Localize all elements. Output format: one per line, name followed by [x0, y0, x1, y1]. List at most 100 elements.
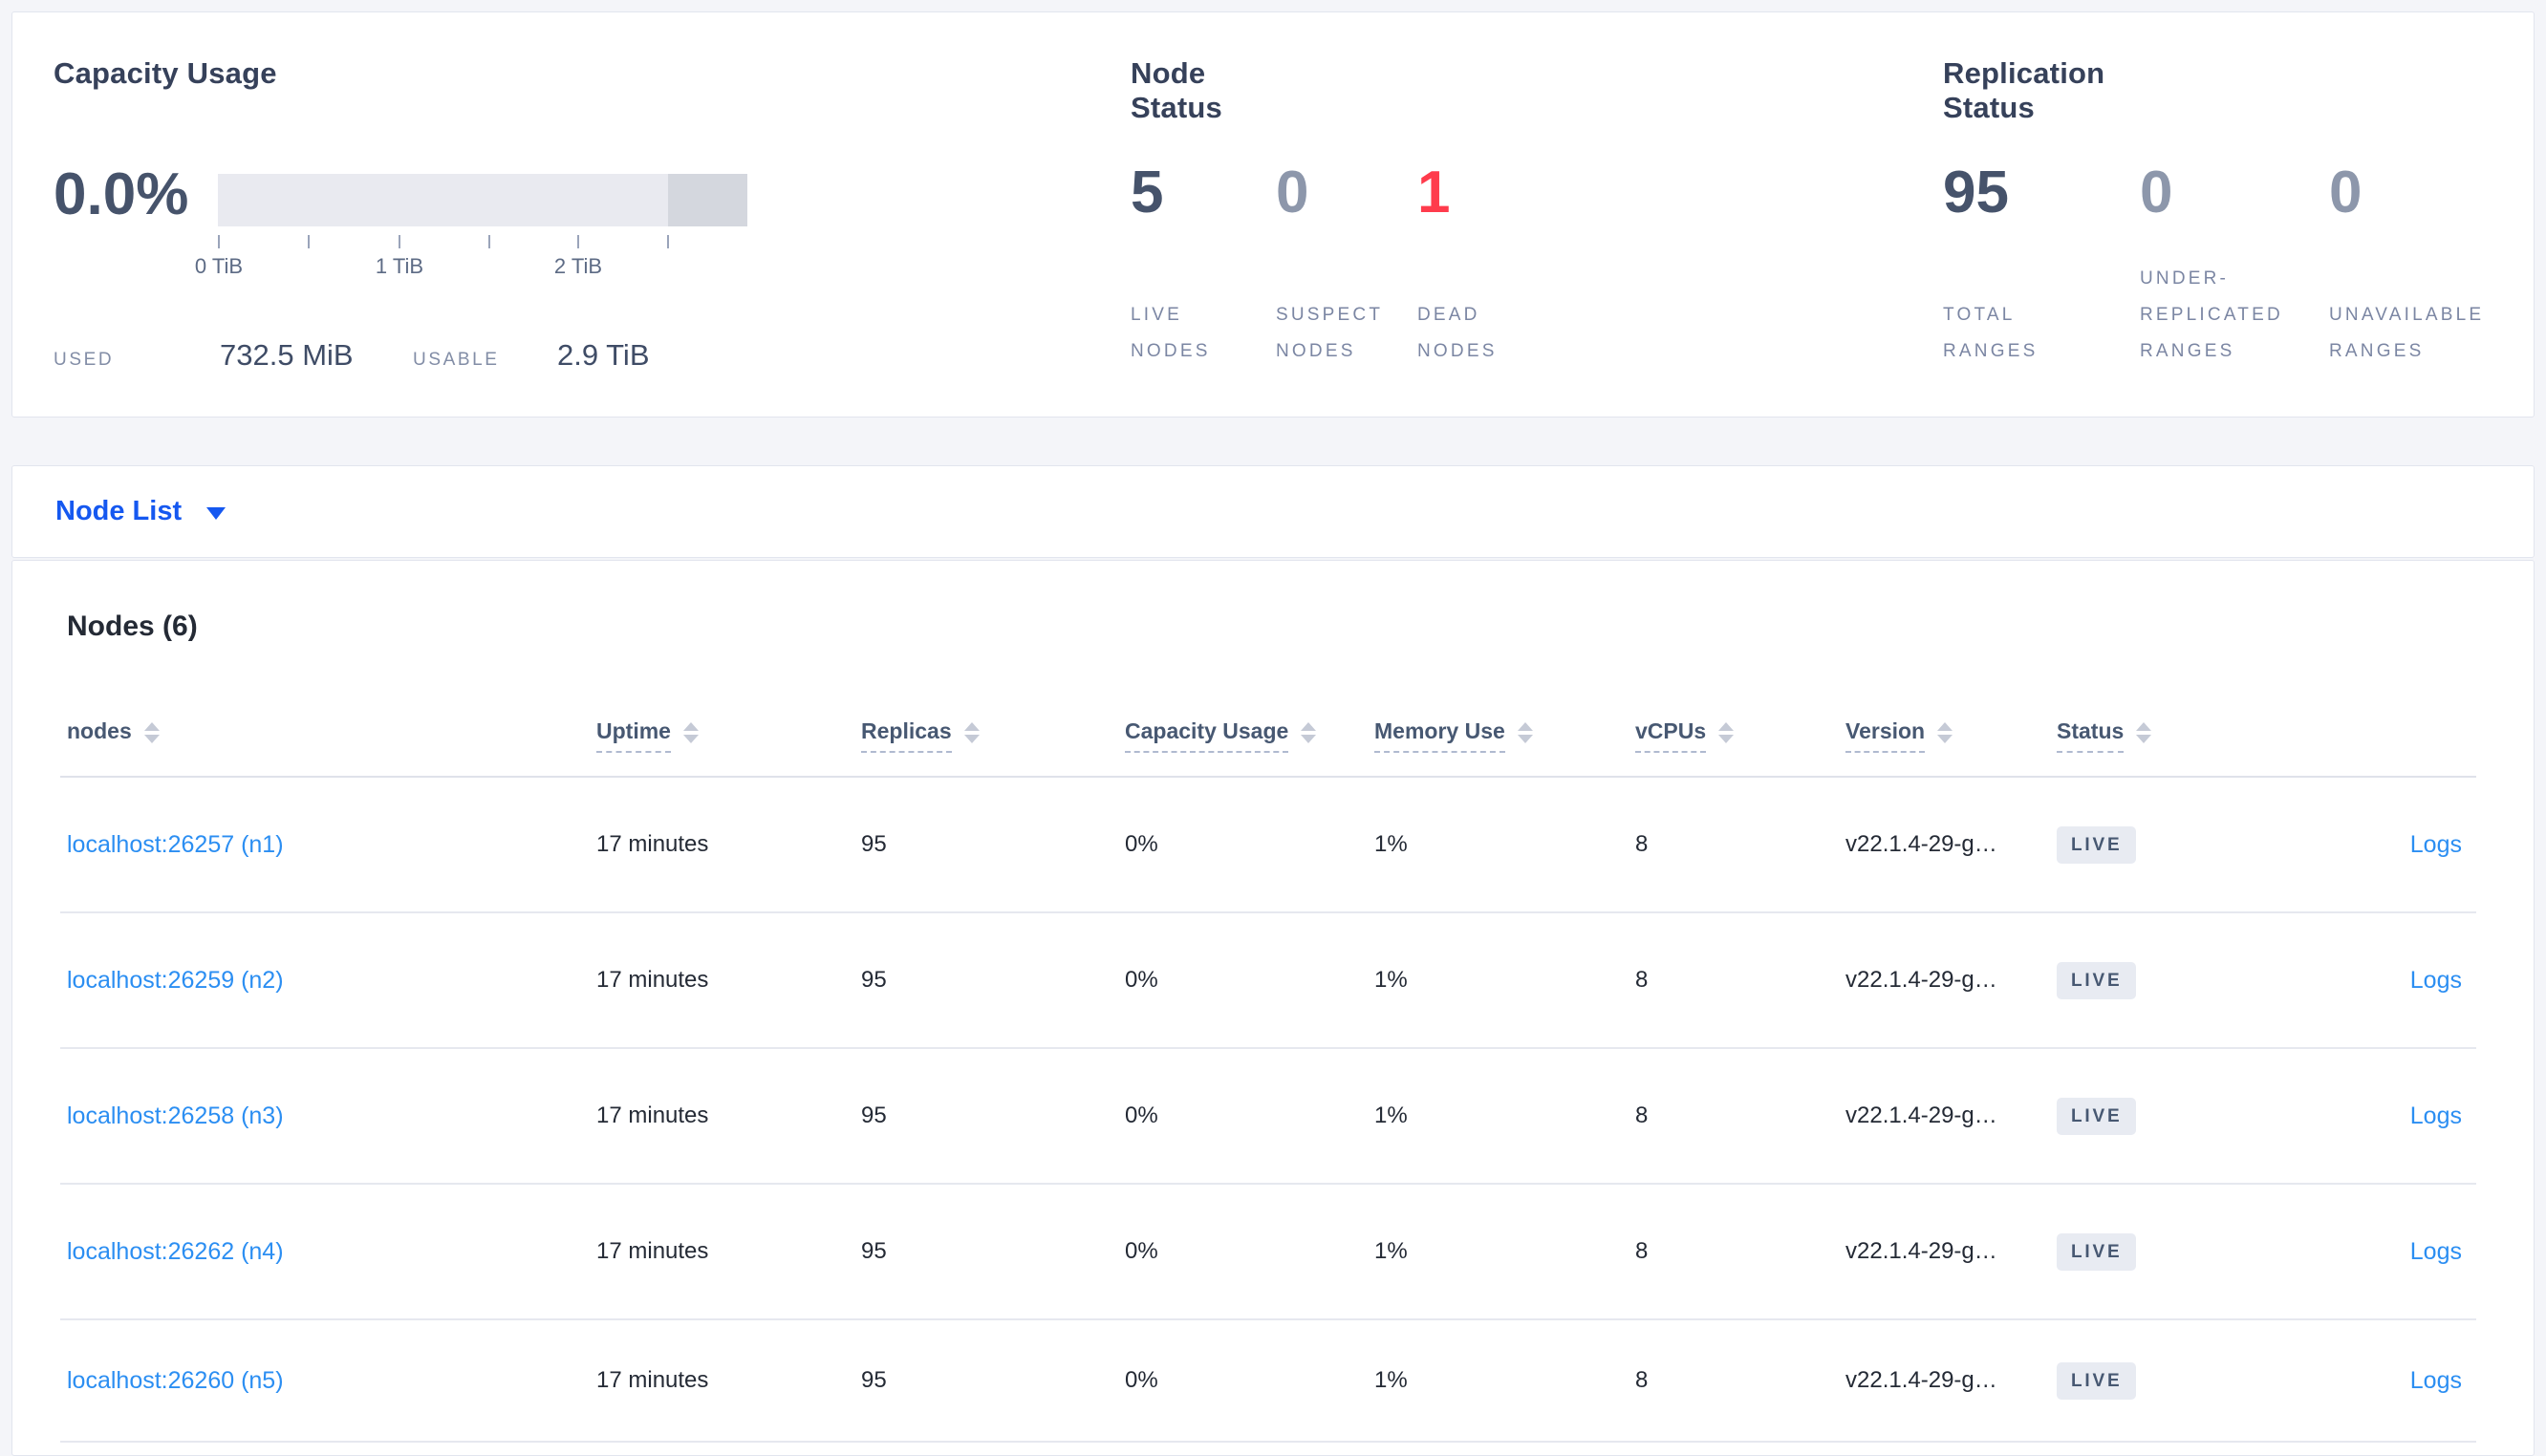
logs-link[interactable]: Logs	[2410, 831, 2462, 858]
node-link[interactable]: localhost:26262 (n4)	[67, 1238, 284, 1265]
capacity-usage-cell: 0%	[1125, 831, 1158, 857]
under-replicated-ranges-stat: 0 UNDER- REPLICATED RANGES	[2140, 163, 2329, 370]
dead-nodes-label: DEAD NODES	[1417, 305, 1498, 361]
sort-icon	[963, 721, 980, 743]
nodes-table-header-row: nodes Uptime Replicas Capacity Usage Mem…	[60, 695, 2476, 778]
axis-tick	[488, 235, 490, 248]
node-link[interactable]: localhost:26259 (n2)	[67, 967, 284, 994]
sort-icon	[1301, 721, 1317, 743]
total-ranges-label: TOTAL RANGES	[1943, 305, 2039, 361]
axis-tick	[667, 235, 669, 248]
sort-icon	[1517, 721, 1533, 743]
suspect-nodes-label: SUSPECT NODES	[1276, 305, 1384, 361]
memory-use-cell: 1%	[1374, 1367, 1408, 1393]
capacity-usage-cell: 0%	[1125, 1367, 1158, 1393]
logs-link[interactable]: Logs	[2410, 1103, 2462, 1129]
logs-link[interactable]: Logs	[2410, 967, 2462, 994]
vcpus-cell: 8	[1635, 967, 1649, 993]
vcpus-cell: 8	[1635, 1367, 1649, 1393]
live-nodes-label: LIVE NODES	[1131, 305, 1211, 361]
column-header-version[interactable]: Version	[1845, 718, 2057, 753]
replicas-cell: 95	[861, 831, 887, 857]
total-ranges-count: 95	[1943, 160, 2009, 225]
logs-link[interactable]: Logs	[2410, 1367, 2462, 1394]
uptime-cell: 17 minutes	[596, 1103, 709, 1128]
column-header-nodes[interactable]: nodes	[67, 718, 596, 753]
memory-use-cell: 1%	[1374, 967, 1408, 993]
replicas-cell: 95	[861, 967, 887, 993]
replicas-cell: 95	[861, 1103, 887, 1128]
live-nodes-stat: 5 LIVE NODES	[1131, 163, 1276, 370]
uptime-cell: 17 minutes	[596, 1367, 709, 1393]
capacity-usage-legend: USED 732.5 MiB USABLE 2.9 TiB	[54, 338, 650, 373]
chevron-down-icon	[206, 507, 227, 520]
node-link[interactable]: localhost:26257 (n1)	[67, 831, 284, 858]
sort-icon	[1718, 721, 1735, 743]
node-link[interactable]: localhost:26258 (n3)	[67, 1103, 284, 1129]
column-header-replicas[interactable]: Replicas	[861, 718, 1125, 753]
live-nodes-count: 5	[1131, 160, 1164, 225]
table-row: localhost:26259 (n2) 17 minutes 95 0% 1%…	[60, 913, 2476, 1049]
nodes-table-title: Nodes (6)	[67, 610, 198, 642]
node-list-dropdown[interactable]: Node List	[55, 496, 227, 527]
status-badge: LIVE	[2057, 961, 2137, 999]
table-row: localhost:26260 (n5) 17 minutes 95 0% 1%…	[60, 1320, 2476, 1443]
sort-icon	[682, 721, 699, 743]
version-cell: v22.1.4-29-g…	[1845, 1367, 1997, 1393]
sort-icon	[1937, 721, 1953, 743]
column-header-vcpus[interactable]: vCPUs	[1635, 718, 1845, 753]
node-status-title: Node Status	[1131, 56, 1222, 124]
vcpus-cell: 8	[1635, 1103, 1649, 1128]
capacity-used-percent: 0.0%	[54, 161, 189, 227]
node-link[interactable]: localhost:26260 (n5)	[67, 1367, 284, 1394]
total-ranges-stat: 95 TOTAL RANGES	[1943, 163, 2140, 370]
status-badge: LIVE	[2057, 1361, 2137, 1400]
status-badge: LIVE	[2057, 1097, 2137, 1135]
uptime-cell: 17 minutes	[596, 967, 709, 993]
table-row: localhost:26258 (n3) 17 minutes 95 0% 1%…	[60, 1049, 2476, 1185]
table-row: localhost:26257 (n1) 17 minutes 95 0% 1%…	[60, 778, 2476, 913]
memory-use-cell: 1%	[1374, 1103, 1408, 1128]
nodes-table-body: localhost:26257 (n1) 17 minutes 95 0% 1%…	[60, 778, 2476, 1443]
axis-tick-label: 2 TiB	[553, 254, 603, 278]
under-replicated-label: UNDER- REPLICATED RANGES	[2140, 268, 2283, 361]
memory-use-cell: 1%	[1374, 1238, 1408, 1264]
replicas-cell: 95	[861, 1367, 887, 1393]
column-header-uptime[interactable]: Uptime	[596, 718, 861, 753]
usable-value: 2.9 TiB	[557, 338, 650, 372]
used-value: 732.5 MiB	[220, 338, 354, 372]
vcpus-cell: 8	[1635, 831, 1649, 857]
sort-icon	[2136, 721, 2152, 743]
memory-use-cell: 1%	[1374, 831, 1408, 857]
version-cell: v22.1.4-29-g…	[1845, 831, 1997, 857]
replication-status-title: Replication Status	[1943, 56, 2105, 124]
column-header-status[interactable]: Status	[2057, 718, 2276, 753]
nodes-table-card: Nodes (6) nodes Uptime Replicas Capacity…	[11, 560, 2535, 1456]
usable-label: USABLE	[413, 350, 500, 370]
node-status-stats: 5 LIVE NODES 0 SUSPECT NODES 1 DEAD NODE…	[1131, 163, 1580, 370]
version-cell: v22.1.4-29-g…	[1845, 1238, 1997, 1264]
axis-tick-label: 1 TiB	[375, 254, 424, 278]
cluster-overview-page: Capacity Usage 0.0% 0 TiB 1 TiB 2 TiB US…	[0, 0, 2546, 1456]
capacity-usage-cell: 0%	[1125, 967, 1158, 993]
version-cell: v22.1.4-29-g…	[1845, 1103, 1997, 1128]
vcpus-cell: 8	[1635, 1238, 1649, 1264]
view-switcher-bar: Node List	[11, 465, 2535, 558]
unavailable-ranges-stat: 0 UNAVAILABLE RANGES	[2329, 163, 2546, 370]
under-replicated-count: 0	[2140, 160, 2173, 225]
axis-tick	[218, 235, 220, 248]
capacity-usage-title: Capacity Usage	[54, 56, 277, 90]
column-header-memory-use[interactable]: Memory Use	[1374, 718, 1635, 753]
column-header-capacity-usage[interactable]: Capacity Usage	[1125, 718, 1374, 753]
sort-icon	[143, 721, 160, 743]
uptime-cell: 17 minutes	[596, 831, 709, 857]
capacity-usage-cell: 0%	[1125, 1103, 1158, 1128]
axis-tick	[399, 235, 400, 248]
capacity-bar-chart: 0 TiB 1 TiB 2 TiB	[195, 174, 747, 289]
table-row: localhost:26262 (n4) 17 minutes 95 0% 1%…	[60, 1185, 2476, 1320]
capacity-usage-panel: Capacity Usage 0.0% 0 TiB 1 TiB 2 TiB US…	[54, 12, 1105, 417]
uptime-cell: 17 minutes	[596, 1238, 709, 1264]
logs-link[interactable]: Logs	[2410, 1238, 2462, 1265]
unavailable-ranges-label: UNAVAILABLE RANGES	[2329, 305, 2485, 361]
nodes-table: nodes Uptime Replicas Capacity Usage Mem…	[60, 695, 2476, 1443]
